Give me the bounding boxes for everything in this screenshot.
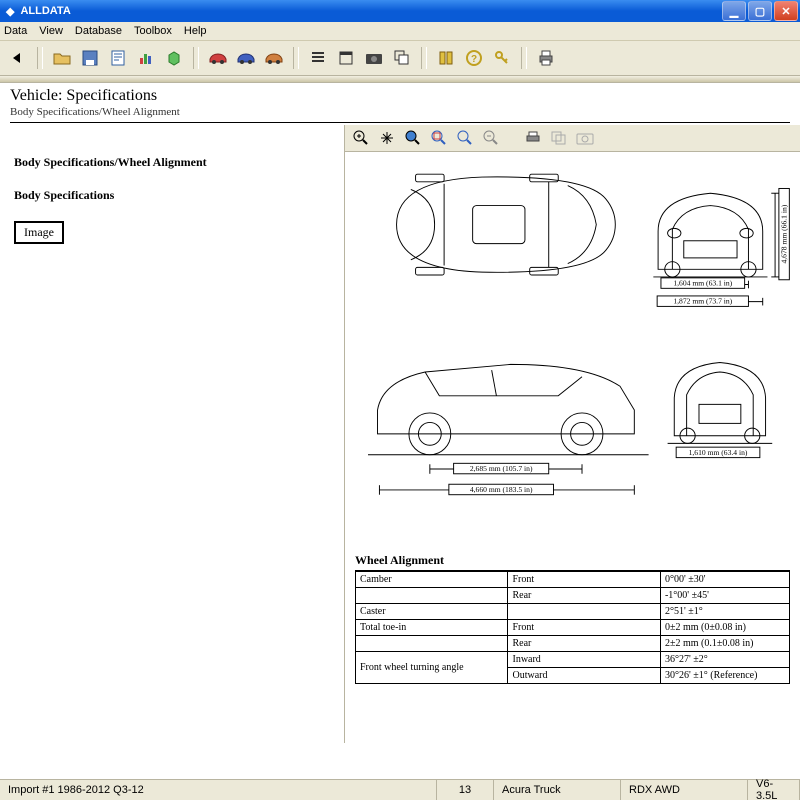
table-row: Front wheel turning angleInward36°27' ±2…: [356, 652, 790, 668]
menu-help[interactable]: Help: [184, 25, 207, 37]
left-crumb: Body Specifications/Wheel Alignment: [14, 155, 330, 170]
print-icon[interactable]: [534, 46, 558, 70]
left-panel: Body Specifications/Wheel Alignment Body…: [0, 125, 344, 743]
zoom-out-icon[interactable]: [481, 128, 501, 148]
dim-rear-track: 1,610 mm (63.4 in): [689, 448, 748, 457]
table-row: Rear-1°00' ±45': [356, 588, 790, 604]
camera-icon[interactable]: [362, 46, 386, 70]
snapshot-icon[interactable]: [575, 128, 595, 148]
page-title: Vehicle: Specifications: [10, 87, 790, 105]
menu-view[interactable]: View: [39, 25, 63, 37]
folder-icon[interactable]: [50, 46, 74, 70]
list-icon[interactable]: [306, 46, 330, 70]
image-button[interactable]: Image: [14, 221, 64, 244]
print-image-icon[interactable]: [523, 128, 543, 148]
copy-image-icon[interactable]: [549, 128, 569, 148]
status-model: RDX AWD: [621, 780, 748, 800]
title-text: Specifications: [66, 87, 157, 104]
save-icon[interactable]: [78, 46, 102, 70]
table-row: CamberFront0°00' ±30': [356, 572, 790, 588]
menu-database[interactable]: Database: [75, 25, 122, 37]
car-blue-icon[interactable]: [234, 46, 258, 70]
left-section-title: Body Specifications: [14, 188, 330, 203]
spec-table: CamberFront0°00' ±30' Rear-1°00' ±45' Ca…: [355, 571, 790, 684]
dim-front-width: 1,872 mm (73.7 in): [673, 297, 732, 306]
table-row: Rear2±2 mm (0.1±0.08 in): [356, 636, 790, 652]
doc-icon[interactable]: [106, 46, 130, 70]
zoom-fit-icon[interactable]: [429, 128, 449, 148]
close-button[interactable]: ✕: [774, 1, 798, 21]
vehicle-drawing: 1,604 mm (63.1 in) 1,872 mm (73.7 in) 2,…: [349, 158, 796, 548]
menu-toolbox[interactable]: Toolbox: [134, 25, 172, 37]
title-prefix: Vehicle:: [10, 87, 62, 104]
cascade-icon[interactable]: [390, 46, 414, 70]
vehicle-diagram: 1,604 mm (63.1 in) 1,872 mm (73.7 in) 2,…: [345, 152, 800, 743]
status-bar: Import #1 1986-2012 Q3-12 13 Acura Truck…: [0, 779, 800, 800]
minimize-button[interactable]: ▁: [722, 1, 746, 21]
app-icon: ◆: [6, 5, 14, 18]
car-swap-icon[interactable]: [262, 46, 286, 70]
status-engine: V6-3.5L: [748, 780, 800, 800]
menu-bar: Data View Database Toolbox Help: [0, 22, 800, 41]
breadcrumb: Body Specifications/Wheel Alignment: [10, 106, 790, 118]
car-red-icon[interactable]: [206, 46, 230, 70]
dim-wheelbase: 2,685 mm (105.7 in): [470, 464, 533, 473]
window-title: ALLDATA: [20, 5, 70, 17]
spec-title: Wheel Alignment: [355, 553, 790, 571]
maximize-button[interactable]: ▢: [748, 1, 772, 21]
spec-section: Wheel Alignment CamberFront0°00' ±30' Re…: [349, 551, 796, 684]
status-col1: 13: [437, 780, 494, 800]
right-panel: 1,604 mm (63.1 in) 1,872 mm (73.7 in) 2,…: [345, 125, 800, 743]
dim-height: 4,678 mm (66.1 in): [779, 204, 788, 263]
zoom-actual-icon[interactable]: [455, 128, 475, 148]
book-icon[interactable]: [434, 46, 458, 70]
status-source: Import #1 1986-2012 Q3-12: [0, 780, 437, 800]
toolbar-divider: [0, 76, 800, 83]
main-toolbar: ?: [0, 41, 800, 76]
window-titlebar: ◆ ALLDATA ▁ ▢ ✕: [0, 0, 800, 22]
chart-icon[interactable]: [134, 46, 158, 70]
zoom-in-icon[interactable]: [351, 128, 371, 148]
menu-data[interactable]: Data: [4, 25, 27, 37]
window-icon[interactable]: [334, 46, 358, 70]
content-area: Body Specifications/Wheel Alignment Body…: [0, 125, 800, 743]
dim-front-track: 1,604 mm (63.1 in): [673, 278, 732, 287]
key-icon[interactable]: [490, 46, 514, 70]
svg-text:?: ?: [471, 54, 477, 65]
dim-length: 4,660 mm (183.5 in): [470, 485, 533, 494]
help-icon[interactable]: ?: [462, 46, 486, 70]
page-header: Vehicle: Specifications Body Specificati…: [0, 83, 800, 125]
back-button[interactable]: [6, 46, 30, 70]
table-row: Total toe-inFront0±2 mm (0±0.08 in): [356, 620, 790, 636]
zoom-region-icon[interactable]: [403, 128, 423, 148]
cube-icon[interactable]: [162, 46, 186, 70]
status-make: Acura Truck: [494, 780, 621, 800]
table-row: Caster2°51' ±1°: [356, 604, 790, 620]
image-toolbar: [345, 125, 800, 152]
pan-icon[interactable]: [377, 128, 397, 148]
